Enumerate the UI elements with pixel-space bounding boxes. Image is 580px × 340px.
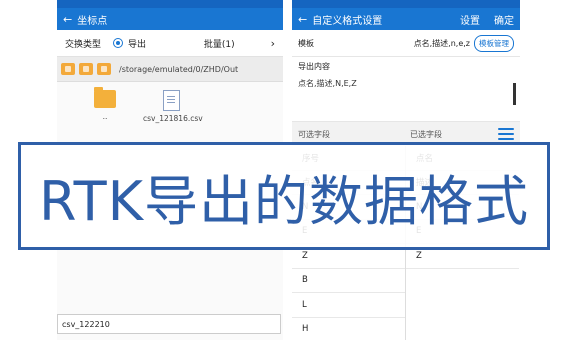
back-arrow-icon[interactable]: ← [298,13,307,26]
filename-input[interactable]: csv_122210 [57,314,281,334]
list-item[interactable]: H [292,318,405,340]
template-label: 模板 [298,38,314,48]
back-arrow-icon[interactable]: ← [63,13,72,26]
status-bar [57,0,283,8]
export-radio[interactable] [113,38,123,48]
status-bar [292,0,520,8]
selected-fields-label: 已选字段 [410,129,442,139]
settings-button[interactable]: 设置 [460,12,480,27]
file-name: csv_121816.csv [143,114,203,123]
export-content-label: 导出内容 [298,62,330,71]
confirm-button[interactable]: 确定 [494,12,514,27]
list-item[interactable]: L [292,293,405,318]
title-banner: RTK导出的数据格式 [18,142,550,250]
export-type-label: 交换类型 [65,39,102,50]
scrollbar[interactable] [513,83,516,105]
batch-button[interactable]: 批量(1) [204,37,235,50]
path-bar: /storage/emulated/0/ZHD/Out [57,57,283,82]
app-bar: ← 坐标点 [57,8,283,30]
template-manage-button[interactable]: 模板管理 [474,34,514,52]
chevron-right-icon[interactable]: › [271,37,275,50]
export-content-box: 导出内容 点名,描述,N,E,Z [292,57,520,122]
template-row: 模板 点名,描述,n,e,z 模板管理 [292,30,520,57]
app-bar: ← 自定义格式设置 设置 确定 [292,8,520,30]
available-fields-label: 可选字段 [298,129,330,139]
current-path: /storage/emulated/0/ZHD/Out [119,64,239,74]
up-folder-icon[interactable] [97,63,111,75]
export-option-label: 导出 [128,39,147,50]
template-value[interactable]: 点名,描述,n,e,z [388,38,470,49]
home-folder-icon[interactable] [79,63,93,75]
export-type-row: 交换类型 导出 批量(1) › [57,30,283,57]
page-title: 自定义格式设置 [312,15,383,27]
list-item[interactable]: B [292,269,405,293]
folder-icon [94,87,116,108]
list-settings-icon[interactable] [498,128,514,140]
banner-text: RTK导出的数据格式 [39,169,529,233]
document-icon [162,90,180,111]
new-folder-icon[interactable] [61,63,75,75]
file-name: .. [102,112,108,121]
page-title: 坐标点 [77,15,108,27]
export-content-value[interactable]: 点名,描述,N,E,Z [298,78,514,89]
